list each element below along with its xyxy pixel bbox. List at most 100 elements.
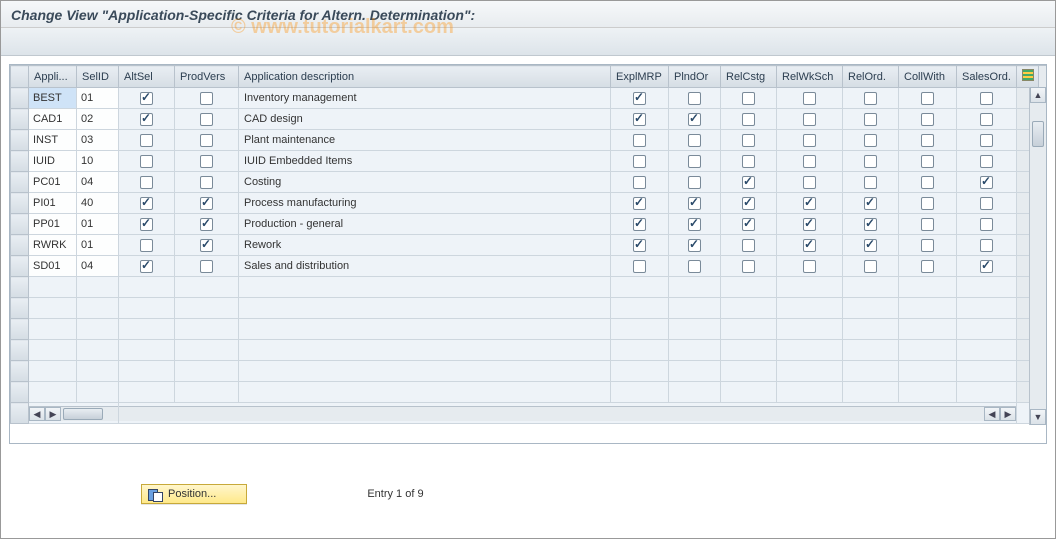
- appli-input[interactable]: [29, 130, 76, 150]
- cell-explmrp[interactable]: [611, 172, 669, 193]
- row-selector[interactable]: [11, 298, 29, 319]
- scroll-thumb[interactable]: [1032, 121, 1044, 147]
- cell-altsel[interactable]: [119, 88, 175, 109]
- cell-salesord[interactable]: [957, 130, 1017, 151]
- checkbox[interactable]: [864, 92, 877, 105]
- checkbox[interactable]: [688, 155, 701, 168]
- checkbox[interactable]: [980, 239, 993, 252]
- checkbox[interactable]: [140, 239, 153, 252]
- cell-explmrp[interactable]: [611, 130, 669, 151]
- checkbox[interactable]: [980, 260, 993, 273]
- checkbox[interactable]: [921, 239, 934, 252]
- appli-input[interactable]: [29, 172, 76, 192]
- cell-relwksch[interactable]: [777, 109, 843, 130]
- cell-collwith[interactable]: [899, 193, 957, 214]
- checkbox[interactable]: [200, 218, 213, 231]
- col-relcstg[interactable]: RelCstg: [721, 66, 777, 88]
- checkbox[interactable]: [921, 176, 934, 189]
- col-selid[interactable]: SelID: [77, 66, 119, 88]
- cell-selid[interactable]: [77, 235, 119, 256]
- cell-relwksch[interactable]: [777, 172, 843, 193]
- hscroll-fixed[interactable]: ◀▶: [29, 406, 118, 421]
- checkbox[interactable]: [140, 197, 153, 210]
- cell-plndor[interactable]: [669, 235, 721, 256]
- checkbox[interactable]: [980, 218, 993, 231]
- selid-input[interactable]: [77, 214, 118, 234]
- cell-prodvers[interactable]: [175, 256, 239, 277]
- cell-appli[interactable]: [29, 193, 77, 214]
- checkbox[interactable]: [980, 155, 993, 168]
- appli-input[interactable]: [29, 256, 76, 276]
- checkbox[interactable]: [633, 260, 646, 273]
- cell-salesord[interactable]: [957, 256, 1017, 277]
- col-appli[interactable]: Appli...: [29, 66, 77, 88]
- checkbox[interactable]: [921, 92, 934, 105]
- cell-relord[interactable]: [843, 256, 899, 277]
- checkbox[interactable]: [140, 176, 153, 189]
- checkbox[interactable]: [200, 155, 213, 168]
- cell-relord[interactable]: [843, 214, 899, 235]
- scroll-right-button[interactable]: ▶: [1000, 407, 1016, 421]
- row-selector[interactable]: [11, 151, 29, 172]
- checkbox[interactable]: [200, 260, 213, 273]
- checkbox[interactable]: [864, 134, 877, 147]
- checkbox[interactable]: [803, 176, 816, 189]
- checkbox[interactable]: [921, 155, 934, 168]
- cell-plndor[interactable]: [669, 214, 721, 235]
- cell-altsel[interactable]: [119, 151, 175, 172]
- checkbox[interactable]: [803, 260, 816, 273]
- selid-input[interactable]: [77, 130, 118, 150]
- cell-plndor[interactable]: [669, 88, 721, 109]
- cell-altsel[interactable]: [119, 130, 175, 151]
- checkbox[interactable]: [921, 197, 934, 210]
- checkbox[interactable]: [688, 92, 701, 105]
- checkbox[interactable]: [742, 176, 755, 189]
- cell-salesord[interactable]: [957, 193, 1017, 214]
- column-config-button[interactable]: [1017, 66, 1039, 88]
- cell-collwith[interactable]: [899, 214, 957, 235]
- cell-relwksch[interactable]: [777, 193, 843, 214]
- checkbox[interactable]: [742, 239, 755, 252]
- checkbox[interactable]: [742, 197, 755, 210]
- checkbox[interactable]: [742, 92, 755, 105]
- checkbox[interactable]: [200, 239, 213, 252]
- row-selector[interactable]: [11, 235, 29, 256]
- row-selector[interactable]: [11, 277, 29, 298]
- checkbox[interactable]: [921, 218, 934, 231]
- cell-relcstg[interactable]: [721, 193, 777, 214]
- cell-plndor[interactable]: [669, 172, 721, 193]
- checkbox[interactable]: [921, 260, 934, 273]
- cell-relord[interactable]: [843, 193, 899, 214]
- cell-relcstg[interactable]: [721, 172, 777, 193]
- cell-explmrp[interactable]: [611, 214, 669, 235]
- checkbox[interactable]: [980, 92, 993, 105]
- cell-appli[interactable]: [29, 130, 77, 151]
- selid-input[interactable]: [77, 235, 118, 255]
- col-collwith[interactable]: CollWith: [899, 66, 957, 88]
- checkbox[interactable]: [864, 176, 877, 189]
- checkbox[interactable]: [633, 176, 646, 189]
- cell-selid[interactable]: [77, 109, 119, 130]
- row-selector[interactable]: [11, 382, 29, 403]
- checkbox[interactable]: [688, 218, 701, 231]
- row-selector[interactable]: [11, 109, 29, 130]
- checkbox[interactable]: [140, 92, 153, 105]
- cell-relord[interactable]: [843, 88, 899, 109]
- cell-selid[interactable]: [77, 151, 119, 172]
- cell-salesord[interactable]: [957, 235, 1017, 256]
- cell-prodvers[interactable]: [175, 214, 239, 235]
- cell-relord[interactable]: [843, 151, 899, 172]
- cell-explmrp[interactable]: [611, 193, 669, 214]
- cell-relcstg[interactable]: [721, 109, 777, 130]
- checkbox[interactable]: [864, 260, 877, 273]
- selid-input[interactable]: [77, 151, 118, 171]
- vertical-scrollbar[interactable]: ▲ ▼: [1029, 87, 1046, 425]
- cell-collwith[interactable]: [899, 109, 957, 130]
- cell-appli[interactable]: [29, 256, 77, 277]
- checkbox[interactable]: [633, 239, 646, 252]
- checkbox[interactable]: [200, 113, 213, 126]
- col-altsel[interactable]: AltSel: [119, 66, 175, 88]
- cell-appli[interactable]: [29, 235, 77, 256]
- cell-selid[interactable]: [77, 88, 119, 109]
- cell-collwith[interactable]: [899, 88, 957, 109]
